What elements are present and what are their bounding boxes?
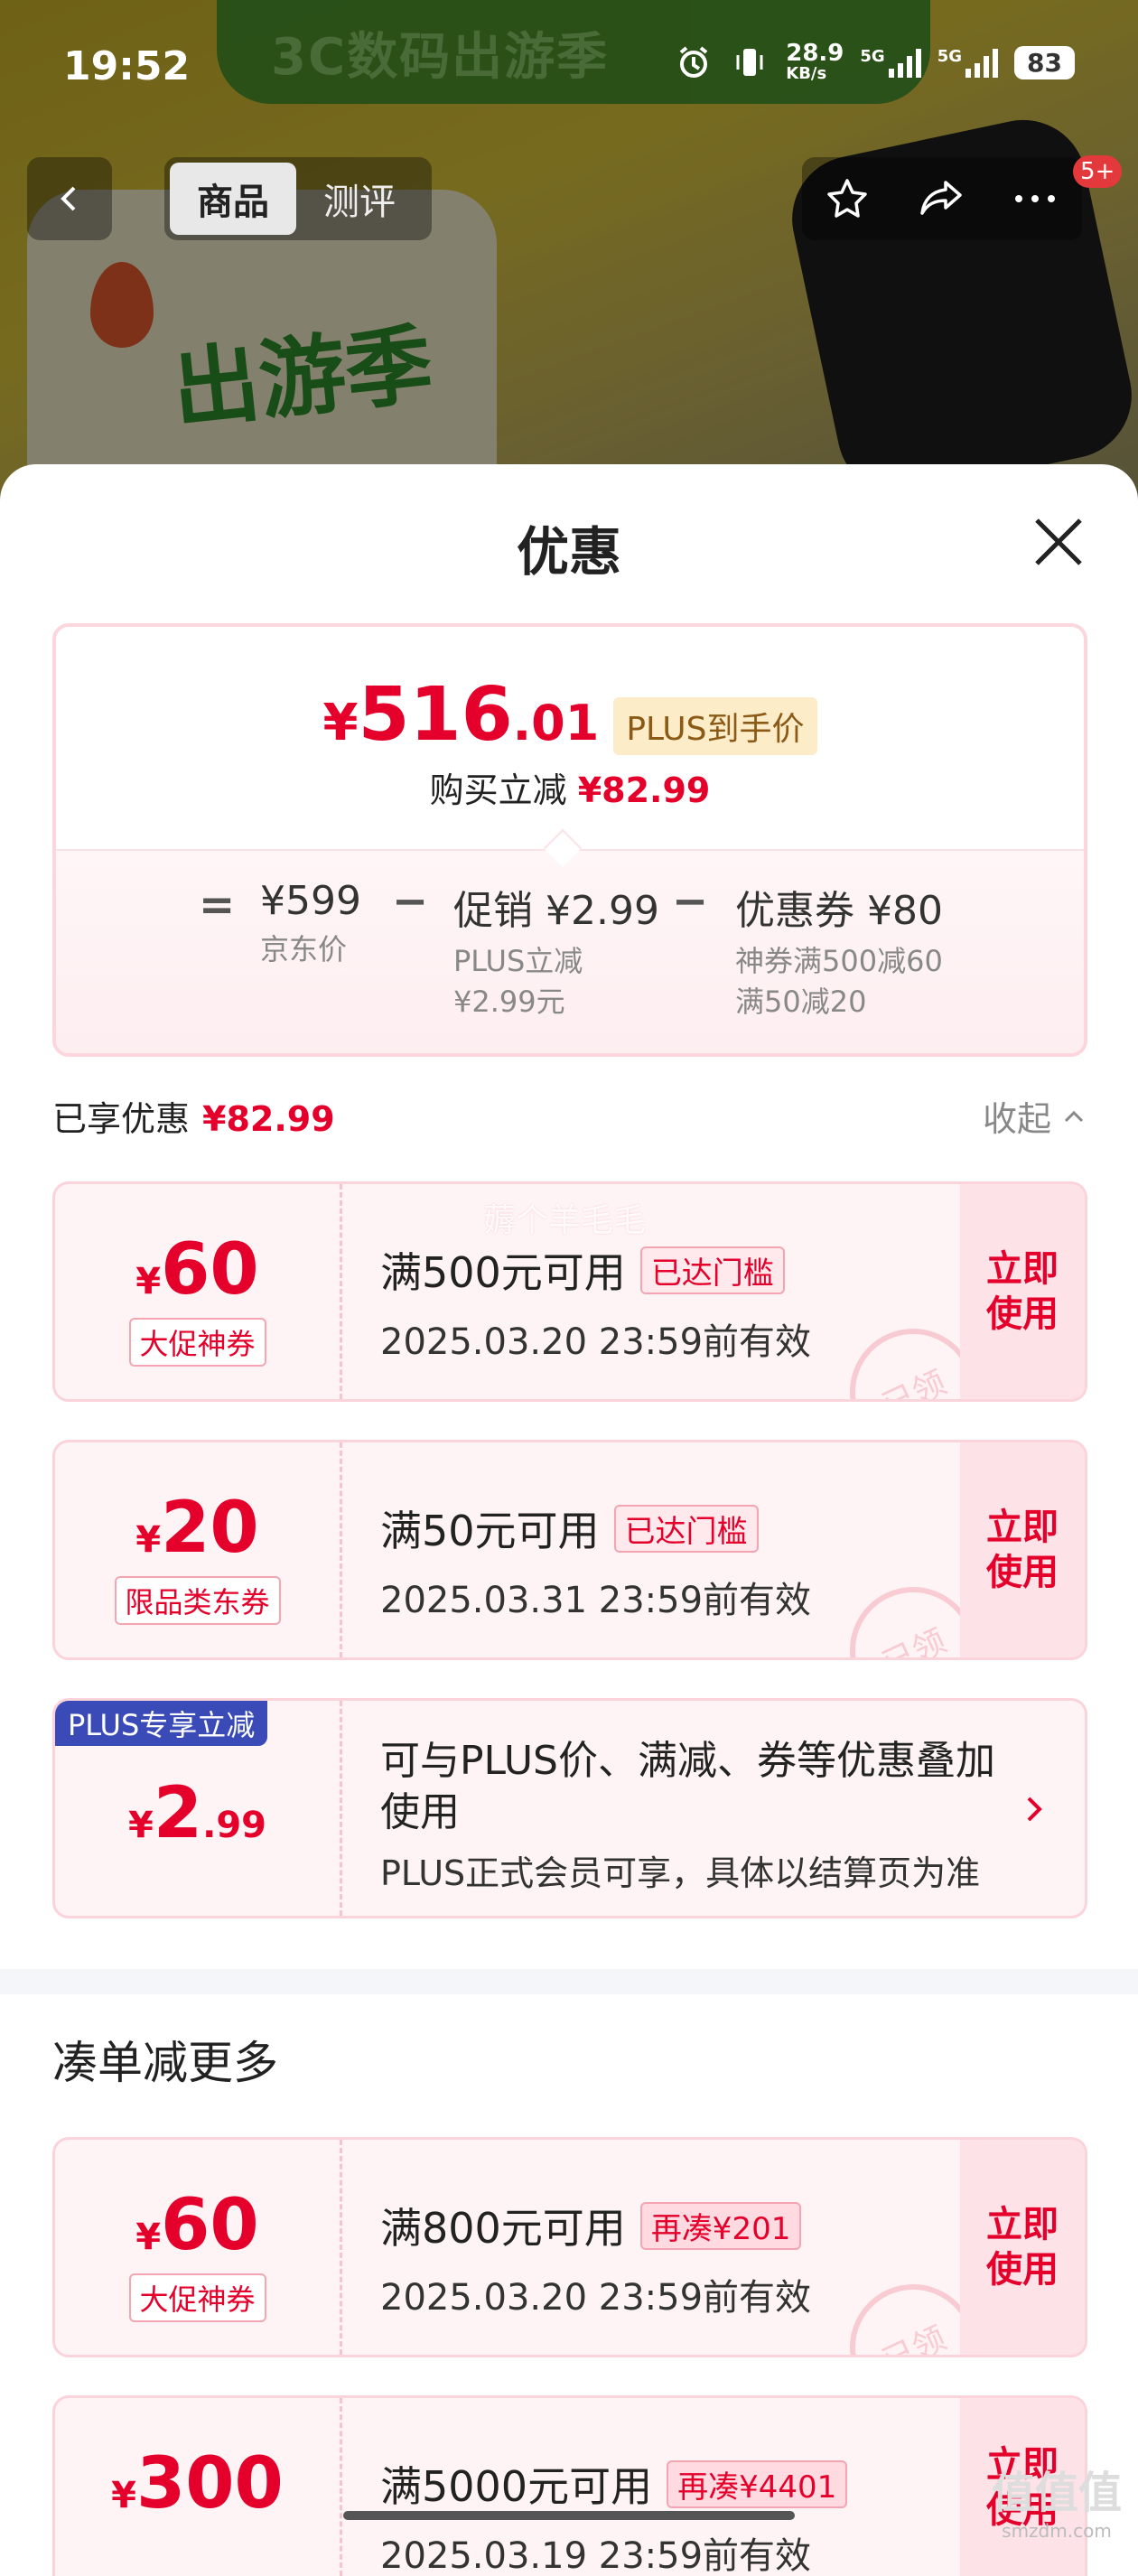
plus-price-tag: PLUS到手价 — [613, 697, 817, 755]
signal-bars-icon — [965, 47, 999, 79]
coupon-condition: 满500元可用 已达门槛 — [380, 1240, 967, 1300]
status-bar: 19:52 28.9 KB/s 5G 5G 83 — [0, 0, 1138, 135]
more-discount-title: 凑单减更多 — [52, 2037, 278, 2089]
use-now-button[interactable]: 立即使用 — [960, 1442, 1085, 1657]
threshold-tag: 已达门槛 — [639, 1246, 785, 1294]
signal-1: 5G — [860, 47, 921, 79]
coupon-type: 大促神券 — [128, 1318, 266, 1367]
promo-discount: 促销 ¥2.99 PLUS立减 ¥2.99元 — [453, 888, 659, 1019]
purchase-reduction: 购买立减 ¥82.99 — [429, 770, 711, 810]
coupon-type: 限品类东券 — [114, 1576, 281, 1625]
coupon-amount: ¥300 — [111, 2443, 284, 2525]
shortfall-tag: 再凑¥4401 — [667, 2459, 848, 2508]
status-time: 19:52 — [63, 43, 191, 89]
action-group — [802, 157, 1082, 240]
enjoyed-discount-row: 已享优惠 ¥82.99 收起 — [52, 1091, 1087, 1145]
top-nav: 商品 测评 5+ — [0, 154, 1138, 253]
star-icon[interactable] — [824, 175, 871, 222]
coupon-card[interactable]: ¥20 限品类东券 满50元可用 已达门槛 2025.03.31 23:59前有效… — [52, 1440, 1087, 1660]
coupon-card[interactable]: ¥300 满5000元可用 再凑¥4401 2025.03.19 23:59前有效… — [52, 2395, 1087, 2576]
vibrate-icon — [730, 42, 770, 82]
coupon-condition: 满5000元可用 再凑¥4401 — [380, 2454, 967, 2514]
watermark-text: 薅个羊毛毛 — [483, 1202, 647, 1239]
coupon-card[interactable]: ¥60 大促神券 满800元可用 再凑¥201 2025.03.20 23:59前… — [52, 2137, 1087, 2357]
network-speed: 28.9 KB/s — [786, 40, 844, 84]
discount-sheet: 优惠 ¥516.01 PLUS到手价 购买立减 ¥82.99 = ¥599 京东价… — [0, 464, 1138, 2576]
section-divider — [0, 1969, 1138, 1994]
tab-bar: 商品 测评 — [164, 157, 432, 240]
signal-bars-icon — [888, 47, 921, 79]
share-icon[interactable] — [915, 175, 965, 222]
more-icon[interactable] — [1010, 190, 1060, 208]
threshold-tag: 已达门槛 — [613, 1504, 759, 1553]
jd-price: ¥599 京东价 — [260, 878, 361, 966]
message-badge: 5+ — [1073, 155, 1123, 188]
plus-offer-note: PLUS正式会员可享，具体以结算页为准 — [380, 1853, 981, 1893]
battery-indicator: 83 — [1014, 45, 1075, 79]
plus-offer-amount: ¥2.99 — [128, 1773, 266, 1854]
plus-offer-desc: 可与PLUS价、满减、券等优惠叠加使用 — [380, 1738, 995, 1836]
minus-sign: − — [392, 876, 429, 927]
tab-product[interactable]: 商品 — [170, 163, 296, 235]
plus-offer-card[interactable]: ¥2.99 PLUS专享立减 可与PLUS价、满减、券等优惠叠加使用 PLUS正… — [52, 1698, 1087, 1918]
tab-review[interactable]: 测评 — [296, 163, 423, 235]
close-button[interactable] — [1031, 515, 1086, 569]
coupon-amount: ¥20 — [135, 1488, 259, 1569]
back-button[interactable] — [27, 157, 112, 240]
coupon-discount: 优惠券 ¥80 神券满500减60 满50减20 — [735, 888, 943, 1019]
coupon-type: 大促神券 — [128, 2273, 266, 2322]
sheet-title: 优惠 — [516, 521, 621, 583]
signal-2: 5G — [937, 47, 999, 79]
coupon-expiry: 2025.03.19 23:59前有效 — [380, 2535, 812, 2576]
minus-sign: − — [672, 876, 709, 927]
close-icon — [1035, 518, 1082, 565]
chevron-up-icon — [1064, 1110, 1084, 1122]
price-formula: = ¥599 京东价 − 促销 ¥2.99 PLUS立减 ¥2.99元 − 优惠… — [56, 828, 1084, 1053]
collapse-button[interactable]: 收起 — [983, 1091, 1087, 1141]
home-indicator[interactable] — [343, 2511, 795, 2520]
use-now-button[interactable]: 立即使用 — [960, 2140, 1085, 2355]
coupon-amount: ¥60 — [135, 1229, 259, 1311]
equals-sign: = — [199, 880, 236, 930]
coupon-condition: 满800元可用 再凑¥201 — [380, 2196, 967, 2255]
chevron-left-icon — [61, 186, 76, 211]
plus-offer-label: PLUS专享立减 — [55, 1701, 268, 1746]
use-now-button[interactable]: 立即使用 — [960, 1184, 1085, 1399]
coupon-amount: ¥60 — [135, 2185, 259, 2266]
chevron-right-icon[interactable] — [1021, 1791, 1049, 1837]
final-price: ¥516.01 PLUS到手价 — [56, 672, 1084, 758]
coupon-condition: 满50元可用 已达门槛 — [380, 1498, 967, 1558]
alarm-icon — [674, 42, 714, 82]
shortfall-tag: 再凑¥201 — [639, 2201, 802, 2250]
price-summary: ¥516.01 PLUS到手价 购买立减 ¥82.99 = ¥599 京东价 − … — [52, 623, 1087, 1057]
